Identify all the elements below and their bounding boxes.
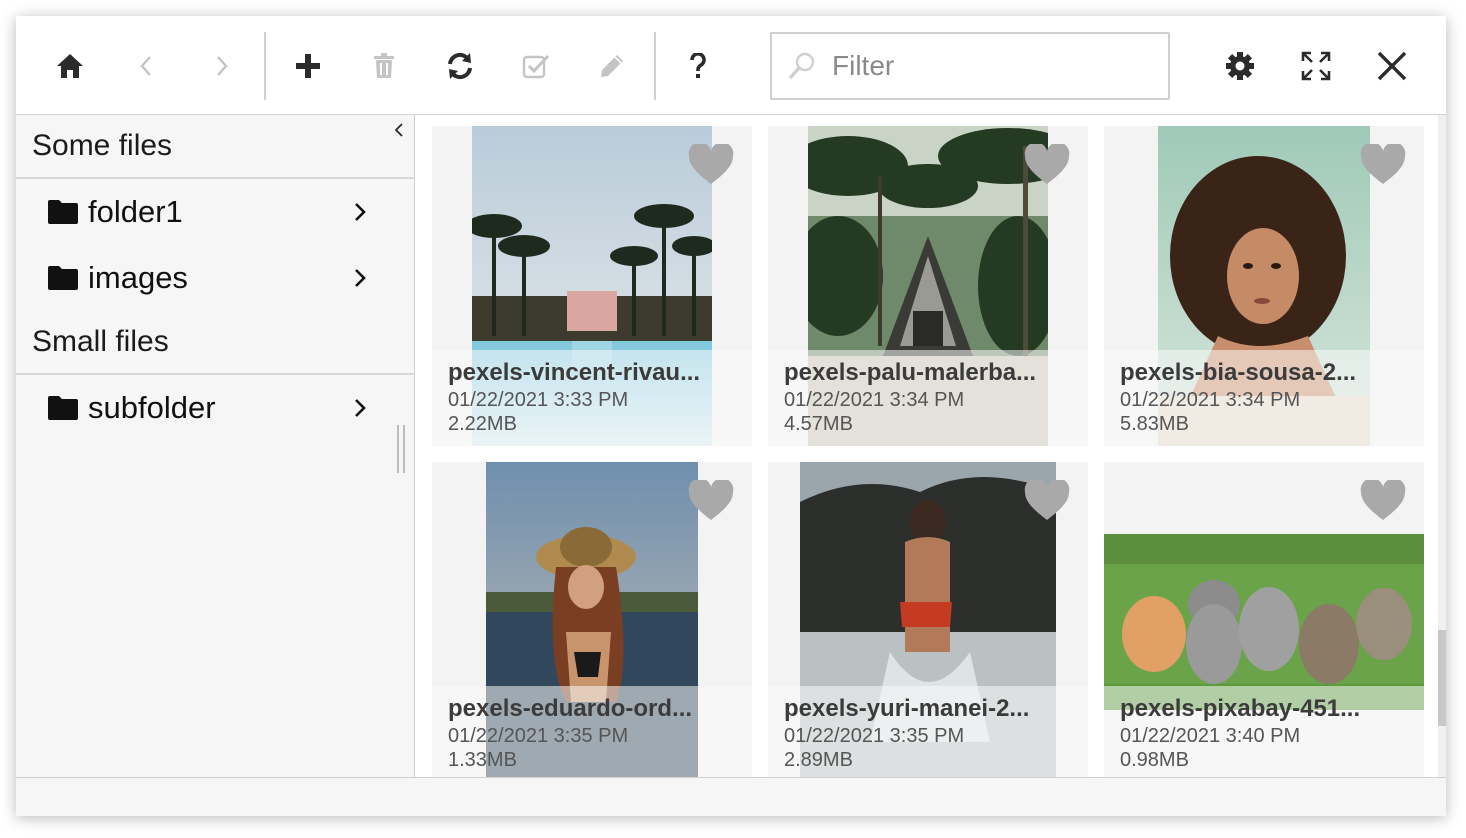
home-button[interactable] — [42, 41, 98, 91]
gear-icon — [1226, 52, 1254, 80]
folder-label: images — [88, 260, 188, 295]
file-date: 01/22/2021 3:34 PM — [784, 389, 965, 411]
toolbar-separator — [264, 32, 266, 100]
delete-button[interactable] — [356, 41, 412, 91]
select-button[interactable] — [508, 41, 564, 91]
file-card[interactable]: pexels-bia-sousa-2... 01/22/2021 3:34 PM… — [1104, 126, 1424, 446]
rename-button[interactable] — [584, 41, 640, 91]
plus-icon — [296, 54, 320, 78]
toolbar — [16, 16, 1446, 115]
chevron-right-icon — [345, 201, 375, 223]
close-button[interactable] — [1364, 41, 1420, 91]
file-size: 5.83MB — [1120, 413, 1189, 435]
file-grid: pexels-vincent-rivau... 01/22/2021 3:33 … — [416, 115, 1446, 777]
file-date: 01/22/2021 3:40 PM — [1120, 725, 1301, 747]
heart-icon[interactable] — [1360, 144, 1406, 186]
folder-icon — [48, 198, 80, 226]
pencil-icon — [601, 55, 623, 77]
sidebar-resize-handle[interactable] — [397, 425, 405, 473]
image-thumbnail — [1104, 534, 1424, 710]
heart-icon[interactable] — [688, 480, 734, 522]
file-name: pexels-bia-sousa-2... — [1120, 359, 1357, 386]
refresh-icon — [448, 52, 472, 80]
section-title: Small files — [16, 311, 415, 375]
file-date: 01/22/2021 3:34 PM — [1120, 389, 1301, 411]
chevron-right-icon — [345, 267, 375, 289]
heart-icon[interactable] — [1024, 480, 1070, 522]
file-card[interactable]: pexels-pixabay-451... 01/22/2021 3:40 PM… — [1104, 462, 1424, 777]
vertical-scrollbar[interactable] — [1438, 115, 1446, 777]
file-info: pexels-yuri-manei-2... 01/22/2021 3:35 P… — [768, 686, 1088, 777]
folder-icon — [48, 394, 80, 422]
help-button[interactable] — [670, 41, 726, 91]
search-icon — [772, 34, 832, 98]
trash-icon — [374, 53, 394, 78]
sidebar-item-folder1[interactable]: folder1 — [16, 179, 415, 245]
file-date: 01/22/2021 3:35 PM — [784, 725, 965, 747]
file-size: 1.33MB — [448, 749, 517, 771]
close-icon — [1377, 51, 1407, 81]
file-name: pexels-yuri-manei-2... — [784, 695, 1030, 722]
filter-input[interactable] — [832, 34, 1152, 98]
section-title: Some files — [16, 115, 415, 179]
heart-icon[interactable] — [688, 144, 734, 186]
file-date: 01/22/2021 3:33 PM — [448, 389, 629, 411]
file-info: pexels-pixabay-451... 01/22/2021 3:40 PM… — [1104, 686, 1424, 777]
heart-icon[interactable] — [1024, 144, 1070, 186]
sidebar-item-subfolder[interactable]: subfolder — [16, 375, 415, 441]
file-name: pexels-eduardo-ord... — [448, 695, 693, 722]
back-button[interactable] — [118, 41, 174, 91]
chevron-right-icon — [217, 56, 228, 76]
home-icon — [57, 54, 83, 78]
fullscreen-button[interactable] — [1288, 41, 1344, 91]
expand-icon — [1301, 51, 1331, 81]
file-size: 0.98MB — [1120, 749, 1189, 771]
filter-box — [770, 32, 1170, 100]
file-name: pexels-palu-malerba... — [784, 359, 1037, 386]
file-name: pexels-pixabay-451... — [1120, 695, 1361, 722]
file-info: pexels-palu-malerba... 01/22/2021 3:34 P… — [768, 350, 1088, 446]
status-bar — [16, 777, 1446, 816]
check-square-icon — [522, 54, 550, 79]
file-card[interactable]: pexels-palu-malerba... 01/22/2021 3:34 P… — [768, 126, 1088, 446]
sidebar-item-images[interactable]: images — [16, 245, 415, 311]
scrollbar-thumb[interactable] — [1438, 630, 1446, 726]
folder-label: subfolder — [88, 390, 216, 425]
file-card[interactable]: pexels-vincent-rivau... 01/22/2021 3:33 … — [432, 126, 752, 446]
file-date: 01/22/2021 3:35 PM — [448, 725, 629, 747]
file-info: pexels-eduardo-ord... 01/22/2021 3:35 PM… — [432, 686, 752, 777]
question-icon — [690, 53, 706, 78]
settings-button[interactable] — [1212, 41, 1268, 91]
file-size: 4.57MB — [784, 413, 853, 435]
sidebar: Some files folder1 images Small files su… — [16, 115, 415, 777]
forward-button[interactable] — [194, 41, 250, 91]
file-info: pexels-bia-sousa-2... 01/22/2021 3:34 PM… — [1104, 350, 1424, 446]
file-name: pexels-vincent-rivau... — [448, 359, 701, 386]
chevron-right-icon — [345, 397, 375, 419]
file-size: 2.89MB — [784, 749, 853, 771]
heart-icon[interactable] — [1360, 480, 1406, 522]
file-card[interactable]: pexels-eduardo-ord... 01/22/2021 3:35 PM… — [432, 462, 752, 777]
file-manager-window: Some files folder1 images Small files su… — [16, 16, 1446, 816]
refresh-button[interactable] — [432, 41, 488, 91]
folder-icon — [48, 264, 80, 292]
file-size: 2.22MB — [448, 413, 517, 435]
toolbar-separator — [654, 32, 656, 100]
chevron-left-icon — [140, 56, 151, 76]
folder-label: folder1 — [88, 194, 183, 229]
new-button[interactable] — [280, 41, 336, 91]
file-card[interactable]: pexels-yuri-manei-2... 01/22/2021 3:35 P… — [768, 462, 1088, 777]
file-info: pexels-vincent-rivau... 01/22/2021 3:33 … — [432, 350, 752, 446]
